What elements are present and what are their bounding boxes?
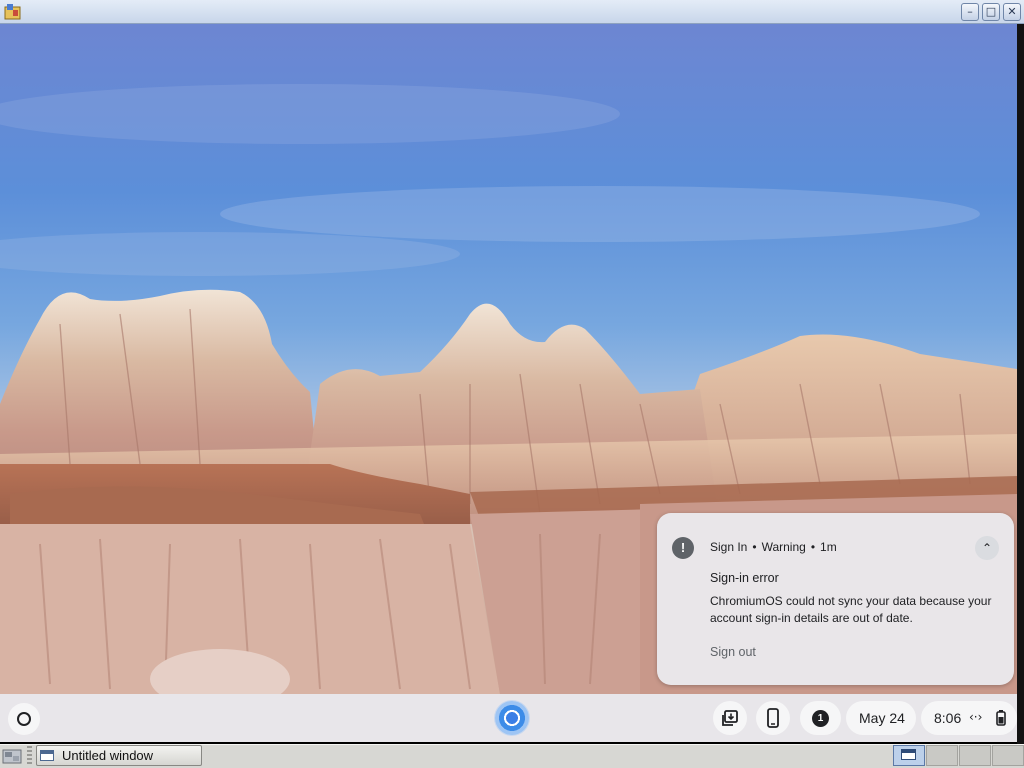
date-label: May 24 <box>859 710 905 726</box>
notification-age: 1m <box>820 540 837 554</box>
sign-out-button[interactable]: Sign out <box>710 645 756 659</box>
close-button[interactable]: ✕ <box>1003 3 1021 21</box>
header-separator: • <box>810 540 816 554</box>
notification-severity: Warning <box>761 540 806 554</box>
start-menu-icon[interactable] <box>2 747 22 765</box>
chevron-up-icon: ⌃ <box>981 541 993 555</box>
clock: 8:06 <box>934 710 962 726</box>
window-icon <box>40 750 54 761</box>
screen-edge <box>1017 24 1024 744</box>
header-separator: • <box>752 540 757 554</box>
phone-hub-icon <box>767 708 779 728</box>
app-icon <box>4 4 21 20</box>
chromium-icon[interactable] <box>495 701 529 735</box>
notification-app-name: Sign In <box>710 540 748 554</box>
launcher-button[interactable] <box>8 703 40 735</box>
host-title-bar: – □ ✕ <box>0 0 1024 24</box>
notification-header: Sign In • Warning • 1m <box>710 540 837 554</box>
notification-counter-icon: 1 <box>812 710 829 727</box>
taskbar-separator <box>27 746 32 766</box>
network-icon: ‹·› <box>969 710 983 724</box>
minimize-button[interactable]: – <box>961 3 979 21</box>
workspace-3[interactable] <box>959 745 991 766</box>
notification-message: ChromiumOS could not sync your data beca… <box>710 594 992 625</box>
workspace-4[interactable] <box>992 745 1024 766</box>
collapse-notification-button[interactable]: ⌃ <box>975 536 999 560</box>
taskbar-task-label: Untitled window <box>62 748 154 763</box>
window-icon <box>901 749 916 760</box>
notification-title: Sign-in error <box>710 571 779 585</box>
screen-capture-icon <box>722 710 738 726</box>
workspace-2[interactable] <box>926 745 958 766</box>
warning-icon: ! <box>672 537 694 559</box>
battery-icon <box>996 710 1006 726</box>
launcher-icon <box>17 712 31 726</box>
maximize-button[interactable]: □ <box>982 3 1000 21</box>
